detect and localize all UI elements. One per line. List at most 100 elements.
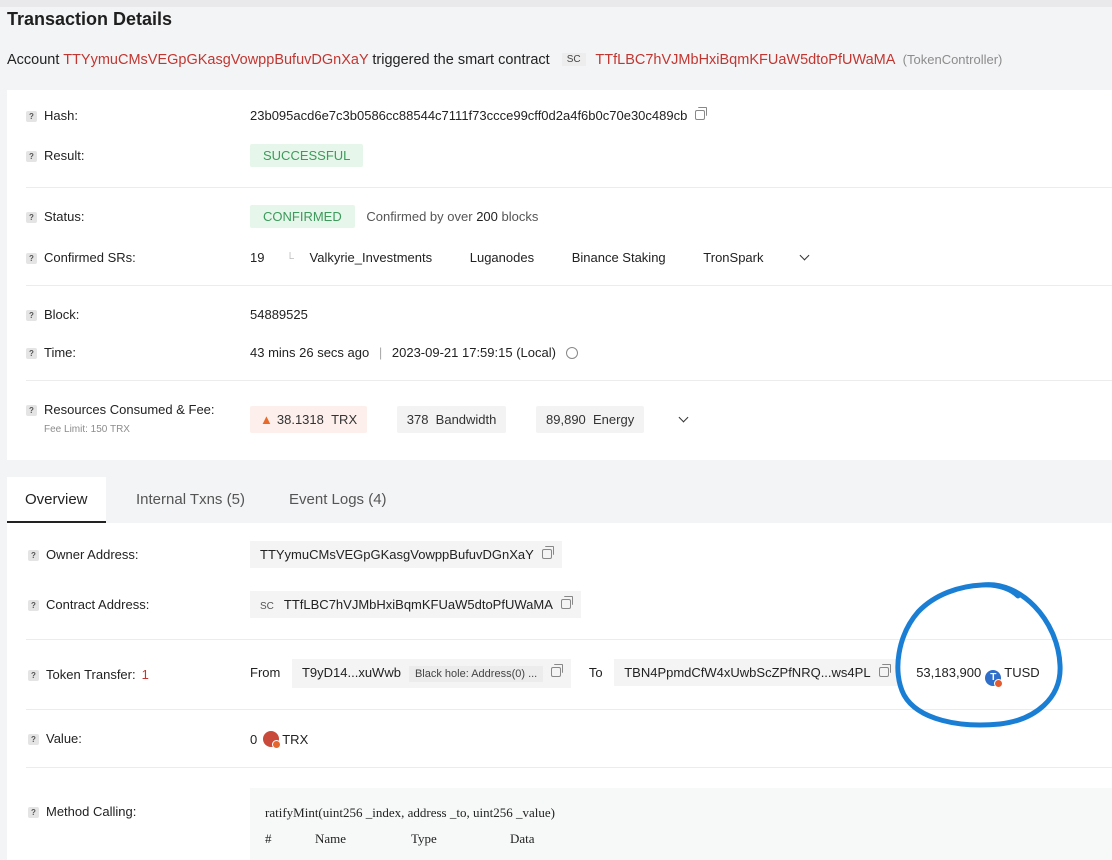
hash-label: Hash: — [44, 108, 78, 123]
time-ago: 43 mins 26 secs ago — [250, 345, 370, 360]
account-link[interactable]: TTYymuCMsVEGpGKasgVowppBufuvDGnXaY — [63, 52, 368, 68]
help-icon[interactable]: ? — [28, 600, 39, 611]
to-address-box: TBN4PpmdCfW4xUwbScZPfNRQ...ws4PL — [614, 659, 899, 686]
method-label: Method Calling: — [46, 804, 137, 819]
help-icon[interactable]: ? — [28, 550, 39, 561]
confirmed-by-count: 200 — [476, 209, 498, 224]
page-title: Transaction Details — [7, 9, 173, 29]
value-unit: TRX — [282, 732, 309, 747]
resources-label: Resources Consumed & Fee: — [44, 402, 215, 417]
bandwidth-unit: Bandwidth — [435, 412, 497, 427]
help-icon[interactable]: ? — [26, 111, 37, 122]
time-separator: | — [378, 345, 383, 360]
method-col-header: Name — [315, 831, 347, 846]
contract-address-box: SC TTfLBC7hVJMbHxiBqmKFUaW5dtoPfUWaMA — [250, 591, 581, 618]
sr-item[interactable]: Binance Staking — [572, 250, 666, 265]
confirmed-by-suffix: blocks — [501, 209, 539, 224]
help-icon[interactable]: ? — [26, 253, 37, 264]
time-local: 2023-09-21 17:59:15 (Local) — [391, 345, 556, 360]
help-icon[interactable]: ? — [26, 405, 37, 416]
top-strip — [0, 0, 1112, 7]
account-prefix: Account — [7, 52, 60, 68]
tusd-token-icon: T — [985, 670, 1004, 688]
from-address-box: T9yD14...xuWwb Black hole: Address(0) ... — [291, 659, 572, 688]
details-card: ? Hash: 23b095acd6e7c3b0586cc88544c7111f7… — [7, 90, 1112, 460]
srs-count: 19 — [250, 250, 265, 265]
method-signature: ratifyMint(uint256 _index, address _to, … — [265, 805, 555, 820]
copy-icon[interactable] — [551, 664, 564, 677]
bandwidth-badge: 378 Bandwidth — [396, 406, 507, 433]
copy-icon[interactable] — [695, 107, 708, 120]
copy-icon[interactable] — [878, 664, 891, 677]
method-col-header: # — [265, 831, 272, 846]
fee-unit: TRX — [331, 412, 358, 427]
help-icon[interactable]: ? — [26, 212, 37, 223]
energy-badge: 89,890 Energy — [536, 406, 645, 433]
confirmed-by-prefix: Confirmed by over — [366, 209, 473, 224]
sc-tag: SC — [260, 601, 274, 612]
token-symbol[interactable]: TUSD — [1004, 665, 1039, 680]
help-icon[interactable]: ? — [26, 348, 37, 359]
transfer-amount: 53,183,900 — [916, 665, 982, 680]
sr-item[interactable]: Valkyrie_Investments — [310, 250, 433, 265]
block-label: Block: — [44, 307, 80, 322]
help-icon[interactable]: ? — [26, 151, 37, 162]
time-label: Time: — [44, 345, 77, 360]
tabs-card: Overview Internal Txns (5) Event Logs (4… — [7, 477, 1112, 860]
fee-limit: Fee Limit: 150 TRX — [44, 424, 130, 435]
owner-label: Owner Address: — [46, 547, 139, 562]
help-icon[interactable]: ? — [28, 670, 39, 681]
fee-badge: ▲ 38.1318 TRX — [250, 406, 368, 433]
divider — [26, 187, 1112, 188]
block-value[interactable]: 54889525 — [250, 307, 308, 322]
value-amount: 0 — [250, 732, 258, 747]
help-icon[interactable]: ? — [28, 807, 39, 818]
energy-value: 89,890 — [546, 412, 586, 427]
tree-connector-icon: └ — [286, 253, 294, 265]
chevron-down-icon[interactable] — [799, 250, 810, 261]
method-col-header: Type — [411, 831, 437, 846]
owner-address[interactable]: TTYymuCMsVEGpGKasgVowppBufuvDGnXaY — [260, 547, 534, 562]
contract-name: (TokenController) — [902, 52, 1003, 67]
tab-event-logs[interactable]: Event Logs (4) — [271, 477, 405, 523]
tab-overview[interactable]: Overview — [7, 477, 106, 523]
sc-tag: SC — [561, 53, 586, 66]
divider — [26, 709, 1112, 710]
copy-icon[interactable] — [560, 596, 573, 609]
status-badge: CONFIRMED — [250, 205, 355, 228]
from-address[interactable]: T9yD14...xuWwb — [302, 665, 401, 680]
fee-value: 38.1318 — [276, 412, 324, 427]
to-label: To — [588, 665, 603, 680]
result-label: Result: — [44, 148, 85, 163]
help-icon[interactable]: ? — [26, 310, 37, 321]
to-address[interactable]: TBN4PpmdCfW4xUwbScZPfNRQ...ws4PL — [624, 665, 870, 680]
timezone-toggle-icon[interactable] — [565, 347, 578, 359]
divider — [26, 380, 1112, 381]
result-badge: SUCCESSFUL — [250, 144, 364, 167]
tab-internal-txns[interactable]: Internal Txns (5) — [118, 477, 263, 523]
copy-icon[interactable] — [541, 546, 554, 559]
bandwidth-value: 378 — [406, 412, 429, 427]
srs-label: Confirmed SRs: — [44, 250, 136, 265]
trx-token-icon — [263, 731, 282, 749]
energy-unit: Energy — [593, 412, 635, 427]
sr-item[interactable]: Luganodes — [470, 250, 534, 265]
help-icon[interactable]: ? — [28, 734, 39, 745]
status-label: Status: — [44, 209, 85, 224]
divider — [26, 285, 1112, 286]
chevron-down-icon[interactable] — [678, 412, 689, 423]
account-middle-text: triggered the smart contract — [372, 52, 550, 68]
hash-value: 23b095acd6e7c3b0586cc88544c7111f73ccce99… — [250, 108, 688, 123]
value-label: Value: — [46, 731, 82, 746]
flame-icon: ▲ — [260, 412, 273, 427]
divider — [26, 767, 1112, 768]
contract-address[interactable]: TTfLBC7hVJMbHxiBqmKFUaW5dtoPfUWaMA — [284, 597, 553, 612]
account-summary: Account TTYymuCMsVEGpGKasgVowppBufuvDGnX… — [7, 52, 1002, 68]
contract-link[interactable]: TTfLBC7hVJMbHxiBqmKFUaW5dtoPfUWaMA — [595, 52, 894, 68]
method-calling-box: ratifyMint(uint256 _index, address _to, … — [250, 788, 1112, 860]
sr-item[interactable]: TronSpark — [703, 250, 763, 265]
confirmed-by-text: Confirmed by over 200 blocks — [366, 209, 538, 224]
owner-address-box: TTYymuCMsVEGpGKasgVowppBufuvDGnXaY — [250, 541, 562, 568]
blackhole-tag: Black hole: Address(0) ... — [408, 666, 544, 682]
transfer-count: 1 — [141, 667, 149, 682]
